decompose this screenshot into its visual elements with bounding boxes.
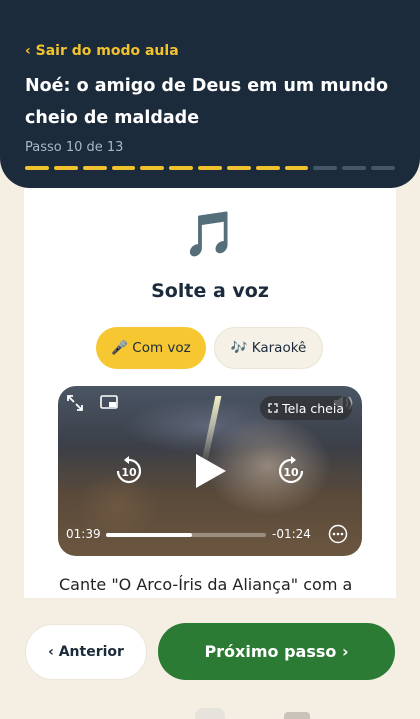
progress-segment xyxy=(25,166,49,170)
video-player[interactable]: Tela cheia 10 10 01:39 -01:24 xyxy=(58,386,362,556)
more-options-icon[interactable] xyxy=(328,524,348,544)
previous-button[interactable]: ‹ Anterior xyxy=(25,624,147,680)
system-bar-hint xyxy=(284,712,310,719)
progress-segment xyxy=(169,166,194,170)
picture-in-picture-icon[interactable] xyxy=(100,395,118,411)
video-scrubber[interactable] xyxy=(106,533,266,537)
lesson-title: Noé: o amigo de Deus em um mundo cheio d… xyxy=(25,76,388,128)
progress-segment xyxy=(140,166,165,170)
exit-class-mode-link[interactable]: ‹ Sair do modo aula xyxy=(25,43,179,59)
lesson-header: ‹ Sair do modo aula Noé: o amigo de Deus… xyxy=(0,0,420,188)
progress-segment xyxy=(82,166,107,170)
skip-forward-10-icon[interactable]: 10 xyxy=(276,456,306,486)
song-instructions: Cante "O Arco-Íris da Aliança" com a xyxy=(59,575,353,594)
home-indicator xyxy=(195,708,225,719)
fullscreen-icon xyxy=(268,403,278,413)
bottom-navigation: ‹ Anterior Próximo passo › xyxy=(0,598,420,719)
with-voice-button[interactable]: 🎤 Com voz xyxy=(96,327,206,369)
progress-segment xyxy=(226,166,251,170)
time-remaining: -01:24 xyxy=(272,527,311,541)
fullscreen-button[interactable]: Tela cheia xyxy=(260,396,352,420)
karaoke-button[interactable]: 🎶 Karaokê xyxy=(214,327,323,369)
fullscreen-label: Tela cheia xyxy=(282,400,344,416)
audio-mode-toggle: 🎤 Com voz 🎶 Karaokê xyxy=(96,327,323,369)
skip-back-label: 10 xyxy=(121,466,137,479)
section-title: Solte a voz xyxy=(151,280,269,302)
time-elapsed: 01:39 xyxy=(66,527,101,541)
expand-icon[interactable] xyxy=(66,394,84,412)
step-progress-bar xyxy=(25,166,395,170)
progress-segment xyxy=(342,166,367,170)
next-step-button[interactable]: Próximo passo › xyxy=(158,623,395,680)
progress-segment xyxy=(371,166,395,170)
skip-forward-label: 10 xyxy=(283,466,299,479)
play-icon[interactable] xyxy=(194,452,228,490)
progress-segment xyxy=(284,166,309,170)
progress-segment xyxy=(313,166,338,170)
progress-segment xyxy=(53,166,78,170)
music-note-icon: 🎵 xyxy=(182,209,238,260)
video-scrubber-fill xyxy=(106,533,193,537)
progress-segment xyxy=(255,166,280,170)
progress-segment xyxy=(111,166,136,170)
skip-back-10-icon[interactable]: 10 xyxy=(114,456,144,486)
lesson-card: 🎵 Solte a voz 🎤 Com voz 🎶 Karaokê Tela c… xyxy=(24,160,396,640)
progress-segment xyxy=(198,166,222,170)
step-counter: Passo 10 de 13 xyxy=(25,140,124,155)
